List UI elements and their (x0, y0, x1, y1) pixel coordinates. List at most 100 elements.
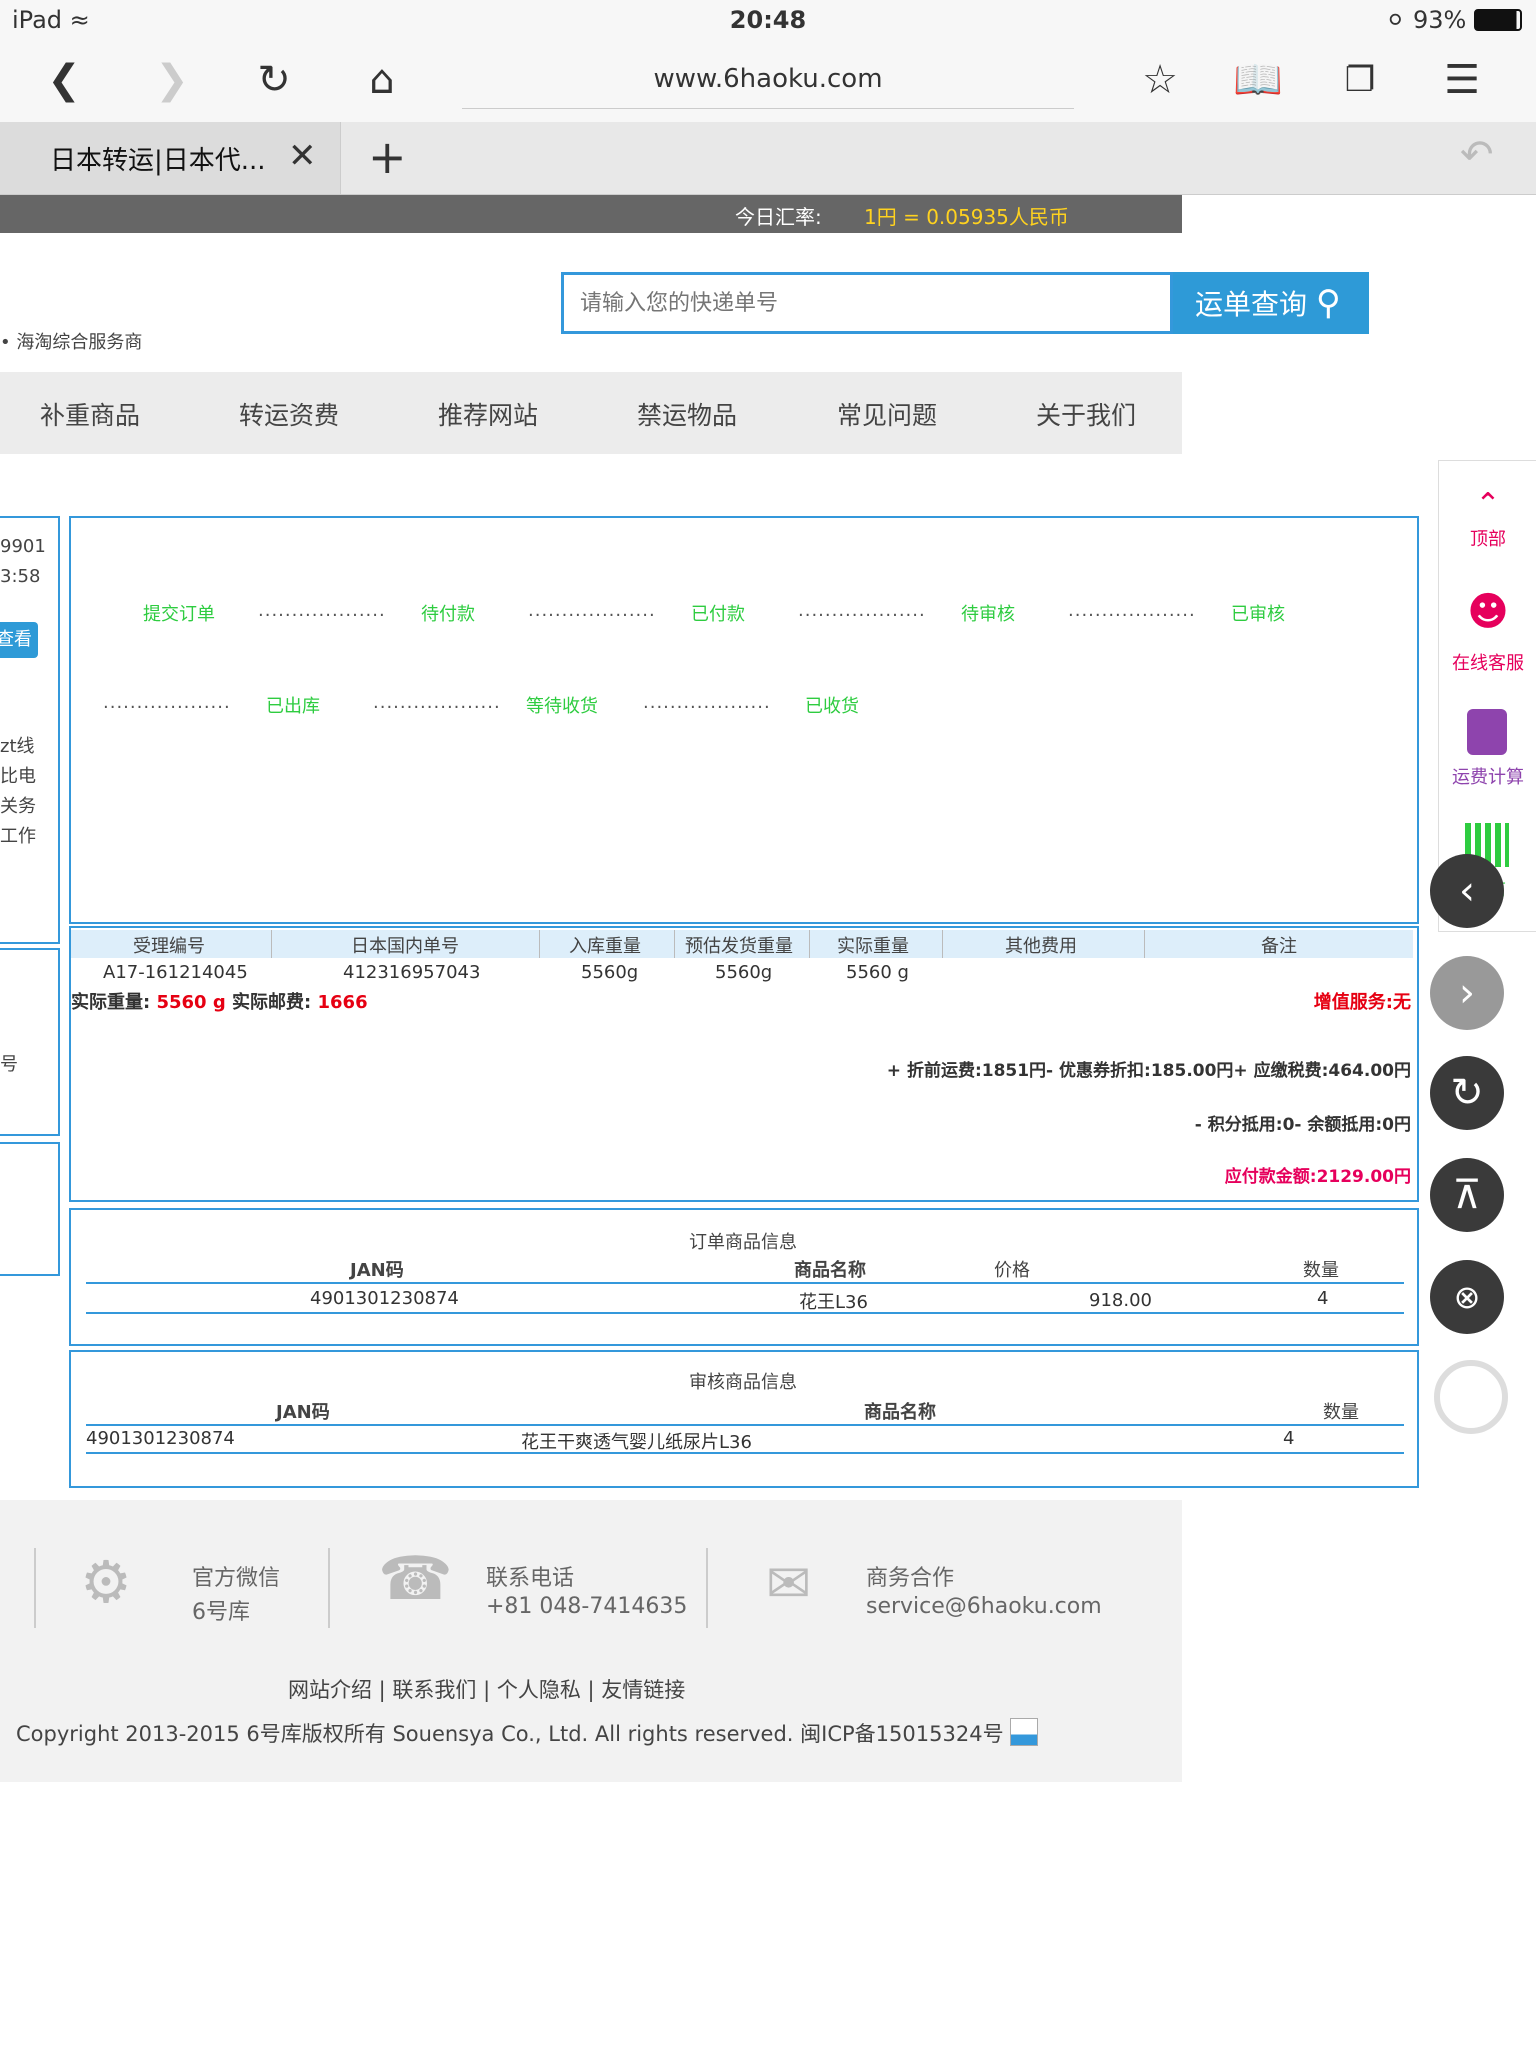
step-submitted: 提交订单 (143, 604, 215, 625)
undo-icon[interactable]: ↶ (1460, 132, 1494, 178)
step-awaiting-receipt: 等待收货 (526, 696, 598, 717)
step-connector: ................... (258, 600, 386, 621)
wechat-label: 官方微信 (192, 1566, 281, 1591)
col-quantity: 数量 (1303, 1260, 1339, 1281)
clear-icon[interactable]: ⊗ (1430, 1260, 1504, 1334)
product-name: 花王L36 (799, 1292, 868, 1313)
left-text: zt线 (0, 736, 35, 757)
menu-icon[interactable]: ☰ (1436, 54, 1488, 106)
nav-item-sites[interactable]: 推荐网站 (438, 396, 538, 432)
fee-breakdown: + 折前运费:1851円- 优惠券折扣:185.00円+ 应缴税费:464.00… (886, 1061, 1411, 1081)
ring-toggle-icon[interactable] (1434, 1360, 1508, 1434)
phone-label: 联系电话 (486, 1566, 575, 1591)
divider (34, 1548, 36, 1628)
left-info-panel (0, 948, 60, 1136)
col-product-name: 商品名称 (794, 1260, 866, 1281)
col-other-fees: 其他费用 (1005, 936, 1077, 957)
business-label: 商务合作 (866, 1566, 955, 1591)
step-connector: ................... (643, 692, 771, 713)
weight-value: 5560 g (156, 992, 226, 1013)
weight-postage-line: 实际重量: 5560 g 实际邮费: 1666 (71, 988, 368, 1014)
business-email[interactable]: service@6haoku.com (866, 1594, 1102, 1619)
url-field[interactable]: www.6haoku.com (462, 50, 1074, 109)
back-icon[interactable]: ❮ (38, 54, 90, 106)
divider (86, 1424, 1404, 1426)
nav-item-about[interactable]: 关于我们 (1036, 396, 1136, 432)
left-text: 3:58 (0, 566, 41, 587)
actual-weight: 5560 g (846, 962, 909, 983)
close-icon[interactable]: ✕ (288, 136, 317, 176)
stats-icon[interactable] (1010, 1718, 1039, 1746)
envelope-icon: ✉ (766, 1552, 812, 1615)
new-tab-icon[interactable]: + (368, 130, 407, 184)
bookmark-star-icon[interactable]: ☆ (1134, 54, 1186, 106)
jan-code: 4901301230874 (86, 1428, 235, 1449)
view-button[interactable]: 查看 (0, 622, 38, 658)
back-to-top-link[interactable]: 顶部 (1439, 525, 1536, 551)
footer-links[interactable]: 网站介绍 | 联系我们 | 个人隐私 | 友情链接 (288, 1674, 685, 1704)
phone-value: +81 048-7414635 (486, 1594, 688, 1619)
order-goods-title: 订单商品信息 (689, 1232, 797, 1253)
step-connector: ................... (798, 600, 926, 621)
product-name: 花王干爽透气婴儿纸尿片L36 (521, 1432, 752, 1453)
home-icon[interactable]: ⌂ (356, 54, 408, 106)
table-row: A17-161214045 412316957043 5560g 5560g 5… (71, 960, 1413, 986)
scroll-top-icon[interactable]: ⊼ (1430, 1158, 1504, 1232)
tracking-number-input[interactable] (578, 275, 1142, 331)
review-goods-title: 审核商品信息 (689, 1372, 797, 1393)
est-weight: 5560g (715, 962, 773, 983)
col-est-weight: 预估发货重量 (685, 936, 793, 957)
quantity: 4 (1317, 1288, 1329, 1309)
telephone-icon: ☎ (378, 1544, 453, 1614)
main-nav: 补重商品 转运资费 推荐网站 禁运物品 常见问题 关于我们 (0, 372, 1182, 454)
chevron-up-icon[interactable]: ⌃ (1439, 487, 1536, 522)
step-shipped: 已出库 (266, 696, 320, 717)
customer-service-icon[interactable]: ☻ (1439, 589, 1536, 635)
battery-status: ⚪ 93% (1385, 6, 1522, 34)
shipping-calc-link[interactable]: 运费计算 (1439, 763, 1536, 789)
accept-no: A17-161214045 (103, 962, 248, 983)
reading-list-icon[interactable]: 📖 (1232, 54, 1284, 106)
service-value: 无 (1393, 992, 1411, 1013)
nav-item-reweigh[interactable]: 补重商品 (40, 396, 140, 432)
exchange-rate-bar: 今日汇率: 1円 = 0.05935人民币 (0, 195, 1182, 233)
reload-icon[interactable]: ↻ (248, 54, 300, 106)
postage-value: 1666 (317, 992, 368, 1013)
service-label: 增值服务: (1313, 992, 1393, 1013)
price: 918.00 (1089, 1290, 1152, 1311)
nav-item-rates[interactable]: 转运资费 (239, 396, 339, 432)
left-text: 关务 (0, 796, 36, 817)
step-connector: ................... (1068, 600, 1196, 621)
divider (86, 1282, 1404, 1284)
search-icon: ⚲ (1315, 283, 1341, 323)
col-quantity: 数量 (1323, 1402, 1359, 1423)
refresh-icon[interactable]: ↻ (1430, 1056, 1504, 1130)
quantity: 4 (1283, 1428, 1295, 1449)
nav-item-faq[interactable]: 常见问题 (837, 396, 937, 432)
col-accept-no: 受理编号 (133, 936, 205, 957)
online-service-link[interactable]: 在线客服 (1439, 649, 1536, 675)
tab-bar: 日本转运|日本代... ✕ + ↶ (0, 122, 1536, 195)
chevron-right-icon[interactable]: › (1430, 956, 1504, 1030)
col-jan: JAN码 (276, 1402, 330, 1423)
forward-icon[interactable]: ❯ (146, 54, 198, 106)
step-connector: ................... (103, 692, 231, 713)
jan-code: 4901301230874 (310, 1288, 459, 1309)
chevron-left-icon[interactable]: ‹ (1430, 854, 1504, 928)
clock: 20:48 (729, 6, 807, 34)
search-button[interactable]: 运单查询 ⚲ (1173, 272, 1369, 334)
left-text: 号 (0, 1054, 18, 1075)
copyright-text: Copyright 2013-2015 6号库版权所有 Souensya Co.… (16, 1722, 1004, 1746)
calculator-icon[interactable] (1467, 709, 1507, 755)
col-jan: JAN码 (350, 1260, 404, 1281)
tabs-icon[interactable]: ❐ (1334, 54, 1386, 106)
step-pending-review: 待审核 (961, 604, 1015, 625)
divider (86, 1312, 1404, 1314)
search-button-label: 运单查询 (1195, 288, 1308, 321)
divider (328, 1548, 330, 1628)
divider (86, 1452, 1404, 1454)
browser-tab[interactable]: 日本转运|日本代... ✕ (0, 122, 341, 194)
step-pending-payment: 待付款 (421, 604, 475, 625)
order-progress-panel (69, 516, 1419, 924)
nav-item-prohibited[interactable]: 禁运物品 (637, 396, 737, 432)
